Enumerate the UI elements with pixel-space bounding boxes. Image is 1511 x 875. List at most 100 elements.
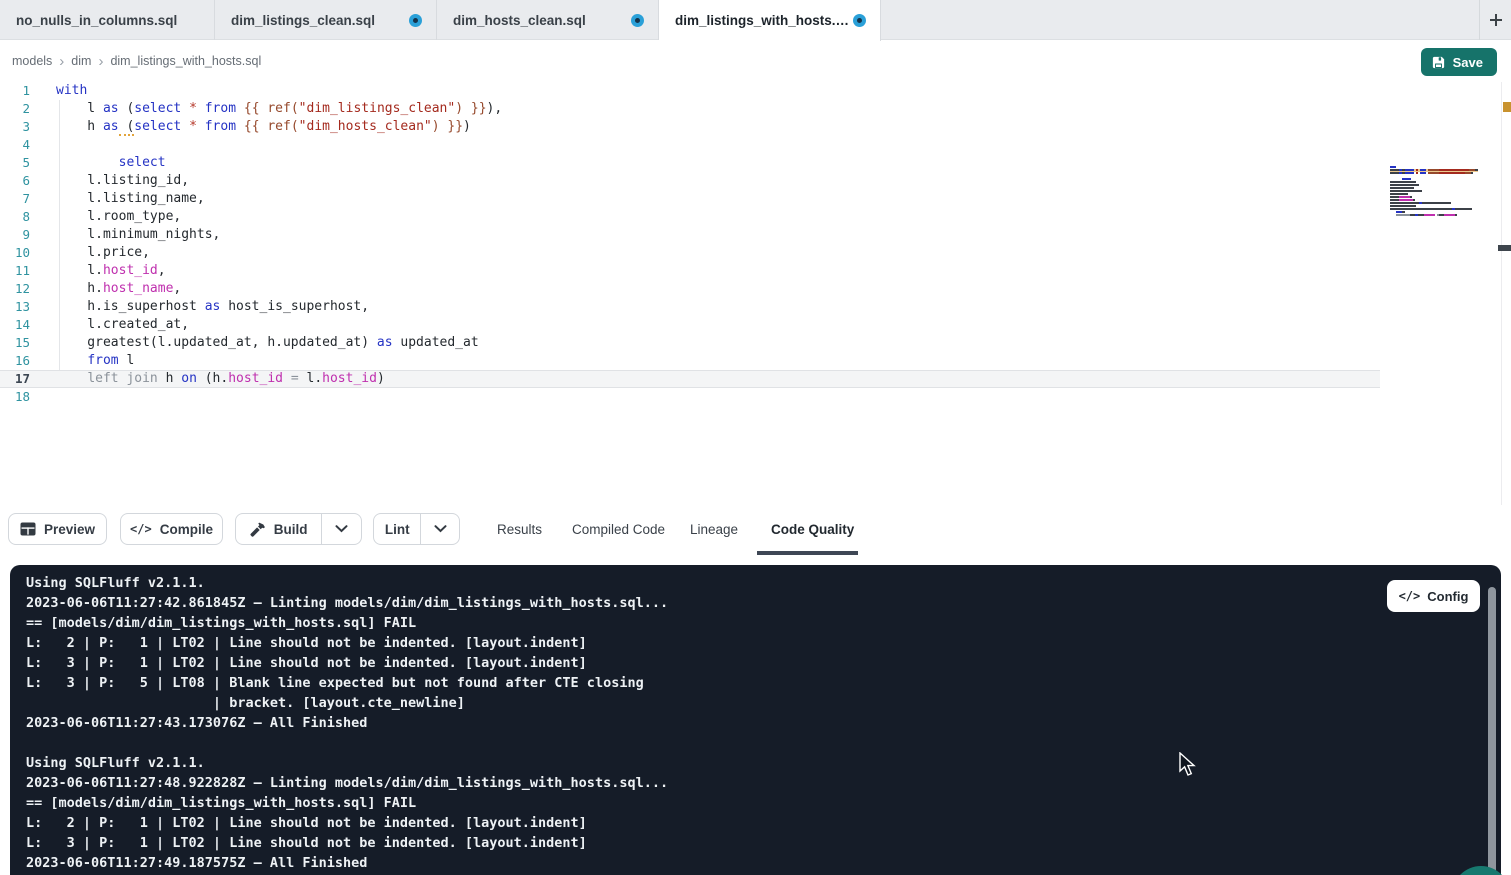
code-editor[interactable]: 1with2 l as (select * from {{ ref("dim_l… <box>0 82 1511 505</box>
build-button-group: Build <box>235 513 362 545</box>
code-line[interactable]: 8 l.room_type, <box>0 208 1380 226</box>
tab-label: dim_listings_with_hosts.sql <box>675 13 853 28</box>
code-text: l.host_id, <box>56 262 166 280</box>
line-number: 11 <box>0 262 30 280</box>
code-line[interactable]: 5 select <box>0 154 1380 172</box>
code-line[interactable]: 15 greatest(l.updated_at, h.updated_at) … <box>0 334 1380 352</box>
code-text: l.price, <box>56 244 150 262</box>
breadcrumb: models › dim › dim_listings_with_hosts.s… <box>12 40 261 82</box>
tab-compiled-code[interactable]: Compiled Code <box>572 513 665 547</box>
lint-button-group: Lint <box>373 513 460 545</box>
tab-bar: no_nulls_in_columns.sql dim_listings_clea… <box>0 0 1511 40</box>
open-file-tabs: no_nulls_in_columns.sql dim_listings_clea… <box>0 0 881 40</box>
tab-no_nulls_in_columns-sql[interactable]: no_nulls_in_columns.sql <box>0 0 215 40</box>
line-number: 8 <box>0 208 30 226</box>
line-number: 4 <box>0 136 30 154</box>
line-number: 1 <box>0 82 30 100</box>
code-line[interactable]: 7 l.listing_name, <box>0 190 1380 208</box>
minimap[interactable] <box>1390 166 1478 220</box>
code-text: l.listing_name, <box>56 190 205 208</box>
code-icon: </> <box>1399 589 1421 603</box>
build-dropdown-button[interactable] <box>321 514 361 544</box>
ide-window: no_nulls_in_columns.sql dim_listings_clea… <box>0 0 1511 875</box>
tab-lineage[interactable]: Lineage <box>690 513 738 547</box>
code-text: h.host_name, <box>56 280 181 298</box>
breadcrumb-item-dim: dim <box>71 54 91 68</box>
save-icon <box>1431 55 1446 70</box>
editor-scrollbar-track[interactable] <box>1501 82 1502 505</box>
build-button-label: Build <box>274 522 308 537</box>
code-text: left join h on (h.host_id = l.host_id) <box>56 370 385 388</box>
code-lines: 1with2 l as (select * from {{ ref("dim_l… <box>0 82 1380 406</box>
code-text: with <box>56 82 87 100</box>
code-line[interactable]: 10 l.price, <box>0 244 1380 262</box>
code-text: l.room_type, <box>56 208 181 226</box>
code-text: l.listing_id, <box>56 172 189 190</box>
code-line[interactable]: 16 from l <box>0 352 1380 370</box>
preview-button[interactable]: Preview <box>8 513 107 545</box>
terminal-scrollbar[interactable] <box>1488 587 1496 875</box>
breadcrumb-bar: models › dim › dim_listings_with_hosts.s… <box>0 40 1511 82</box>
tab-dim_listings_with_hosts-sql[interactable]: dim_listings_with_hosts.sql <box>659 0 881 41</box>
line-number: 15 <box>0 334 30 352</box>
preview-button-label: Preview <box>44 522 95 537</box>
chevron-right-icon: › <box>98 53 103 70</box>
action-toolbar: Preview </> Compile Build Lint <box>0 505 1511 565</box>
code-line[interactable]: 2 l as (select * from {{ ref("dim_listin… <box>0 100 1380 118</box>
chevron-right-icon: › <box>59 53 64 70</box>
tab-label: no_nulls_in_columns.sql <box>16 13 177 28</box>
code-text: l as (select * from {{ ref("dim_listings… <box>56 100 502 118</box>
line-number: 14 <box>0 316 30 334</box>
lint-warning-marker[interactable] <box>1503 102 1511 112</box>
code-line[interactable]: 3 h as (select * from {{ ref("dim_hosts_… <box>0 118 1380 136</box>
active-tab-underline <box>757 551 858 555</box>
code-text: h.is_superhost as host_is_superhost, <box>56 298 369 316</box>
code-text: h as (select * from {{ ref("dim_hosts_cl… <box>56 118 471 136</box>
line-number: 18 <box>0 388 30 406</box>
code-text: l.created_at, <box>56 316 189 334</box>
code-line[interactable]: 9 l.minimum_nights, <box>0 226 1380 244</box>
chevron-down-icon <box>335 525 348 533</box>
tab-results[interactable]: Results <box>497 513 542 547</box>
tab-dim_hosts_clean-sql[interactable]: dim_hosts_clean.sql <box>437 0 659 40</box>
code-icon: </> <box>130 522 152 536</box>
code-line[interactable]: 1 with <box>0 82 1380 100</box>
tab-code-quality[interactable]: Code Quality <box>771 513 854 547</box>
save-button[interactable]: Save <box>1421 48 1497 76</box>
modified-dot-icon[interactable] <box>631 14 644 27</box>
config-button-label: Config <box>1427 589 1468 604</box>
lint-button-label: Lint <box>385 522 410 537</box>
code-line[interactable]: 17 left join h on (h.host_id = l.host_id… <box>0 370 1380 388</box>
modified-dot-icon[interactable] <box>409 14 422 27</box>
line-number: 6 <box>0 172 30 190</box>
lint-output-terminal: Using SQLFluff v2.1.1. 2023-06-06T11:27:… <box>10 565 1501 875</box>
scroll-position-marker[interactable] <box>1498 245 1511 251</box>
line-number: 10 <box>0 244 30 262</box>
line-number: 5 <box>0 154 30 172</box>
code-line[interactable]: 18 <box>0 388 1380 406</box>
config-button[interactable]: </> Config <box>1387 580 1480 612</box>
tab-label: dim_hosts_clean.sql <box>453 13 586 28</box>
line-number: 12 <box>0 280 30 298</box>
lint-button[interactable]: Lint <box>374 514 420 544</box>
plus-icon <box>1488 12 1504 28</box>
code-line[interactable]: 12 h.host_name, <box>0 280 1380 298</box>
terminal-output: Using SQLFluff v2.1.1. 2023-06-06T11:27:… <box>26 573 668 873</box>
modified-dot-icon[interactable] <box>853 14 866 27</box>
code-line[interactable]: 13 h.is_superhost as host_is_superhost, <box>0 298 1380 316</box>
tab-label: dim_listings_clean.sql <box>231 13 375 28</box>
minimap-line <box>1390 217 1478 220</box>
build-button[interactable]: Build <box>236 514 321 544</box>
code-text: greatest(l.updated_at, h.updated_at) as … <box>56 334 479 352</box>
tab-dim_listings_clean-sql[interactable]: dim_listings_clean.sql <box>215 0 437 40</box>
code-line[interactable]: 14 l.created_at, <box>0 316 1380 334</box>
table-icon <box>20 522 36 536</box>
line-number: 2 <box>0 100 30 118</box>
compile-button[interactable]: </> Compile <box>120 513 223 545</box>
code-line[interactable]: 11 l.host_id, <box>0 262 1380 280</box>
code-line[interactable]: 4 <box>0 136 1380 154</box>
lint-dropdown-button[interactable] <box>420 514 459 544</box>
code-line[interactable]: 6 l.listing_id, <box>0 172 1380 190</box>
breadcrumb-item-models: models <box>12 54 52 68</box>
new-tab-button[interactable] <box>1480 0 1511 40</box>
